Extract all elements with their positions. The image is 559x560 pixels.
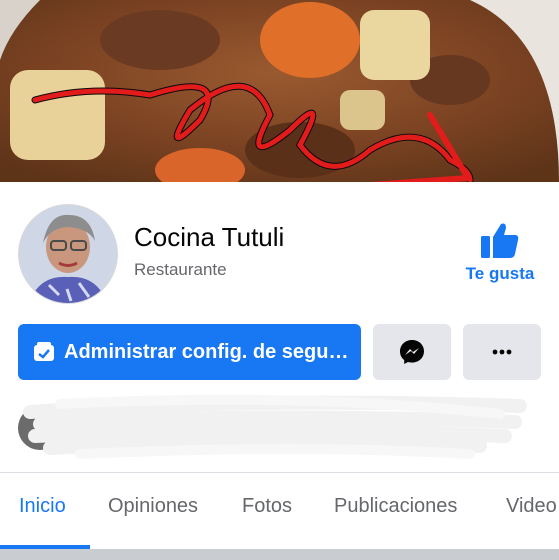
tab-fotos[interactable]: Fotos <box>242 495 292 518</box>
page-title: Cocina Tutuli <box>134 222 285 252</box>
cover-photo <box>0 0 559 182</box>
tab-publicaciones[interactable]: Publicaciones <box>334 495 457 518</box>
thumbs-up-icon <box>481 223 519 258</box>
tab-opiniones[interactable]: Opiniones <box>108 495 198 518</box>
messenger-icon <box>400 340 424 364</box>
redacted-info-row <box>0 392 559 462</box>
tab-inicio[interactable]: Inicio <box>19 495 66 518</box>
like-label: Te gusta <box>465 264 535 283</box>
page-tabs: Inicio Opiniones Fotos Publicaciones Vid… <box>0 473 559 549</box>
more-options-button[interactable] <box>463 324 541 380</box>
tab-video[interactable]: Video <box>506 495 557 518</box>
page-header: Cocina Tutuli Restaurante Te gusta Admin… <box>0 182 559 560</box>
more-dots-icon <box>492 349 512 355</box>
cover-image <box>0 0 559 182</box>
like-button[interactable]: Te gusta <box>458 222 542 292</box>
page-category: Restaurante <box>134 260 227 279</box>
manage-settings-label: Administrar config. de segu… <box>64 340 349 363</box>
manage-settings-icon <box>32 340 56 364</box>
section-separator <box>0 549 559 560</box>
profile-avatar[interactable] <box>18 204 118 304</box>
avatar-photo <box>19 205 117 303</box>
messenger-button[interactable] <box>373 324 451 380</box>
manage-settings-button[interactable]: Administrar config. de segu… <box>18 324 361 380</box>
